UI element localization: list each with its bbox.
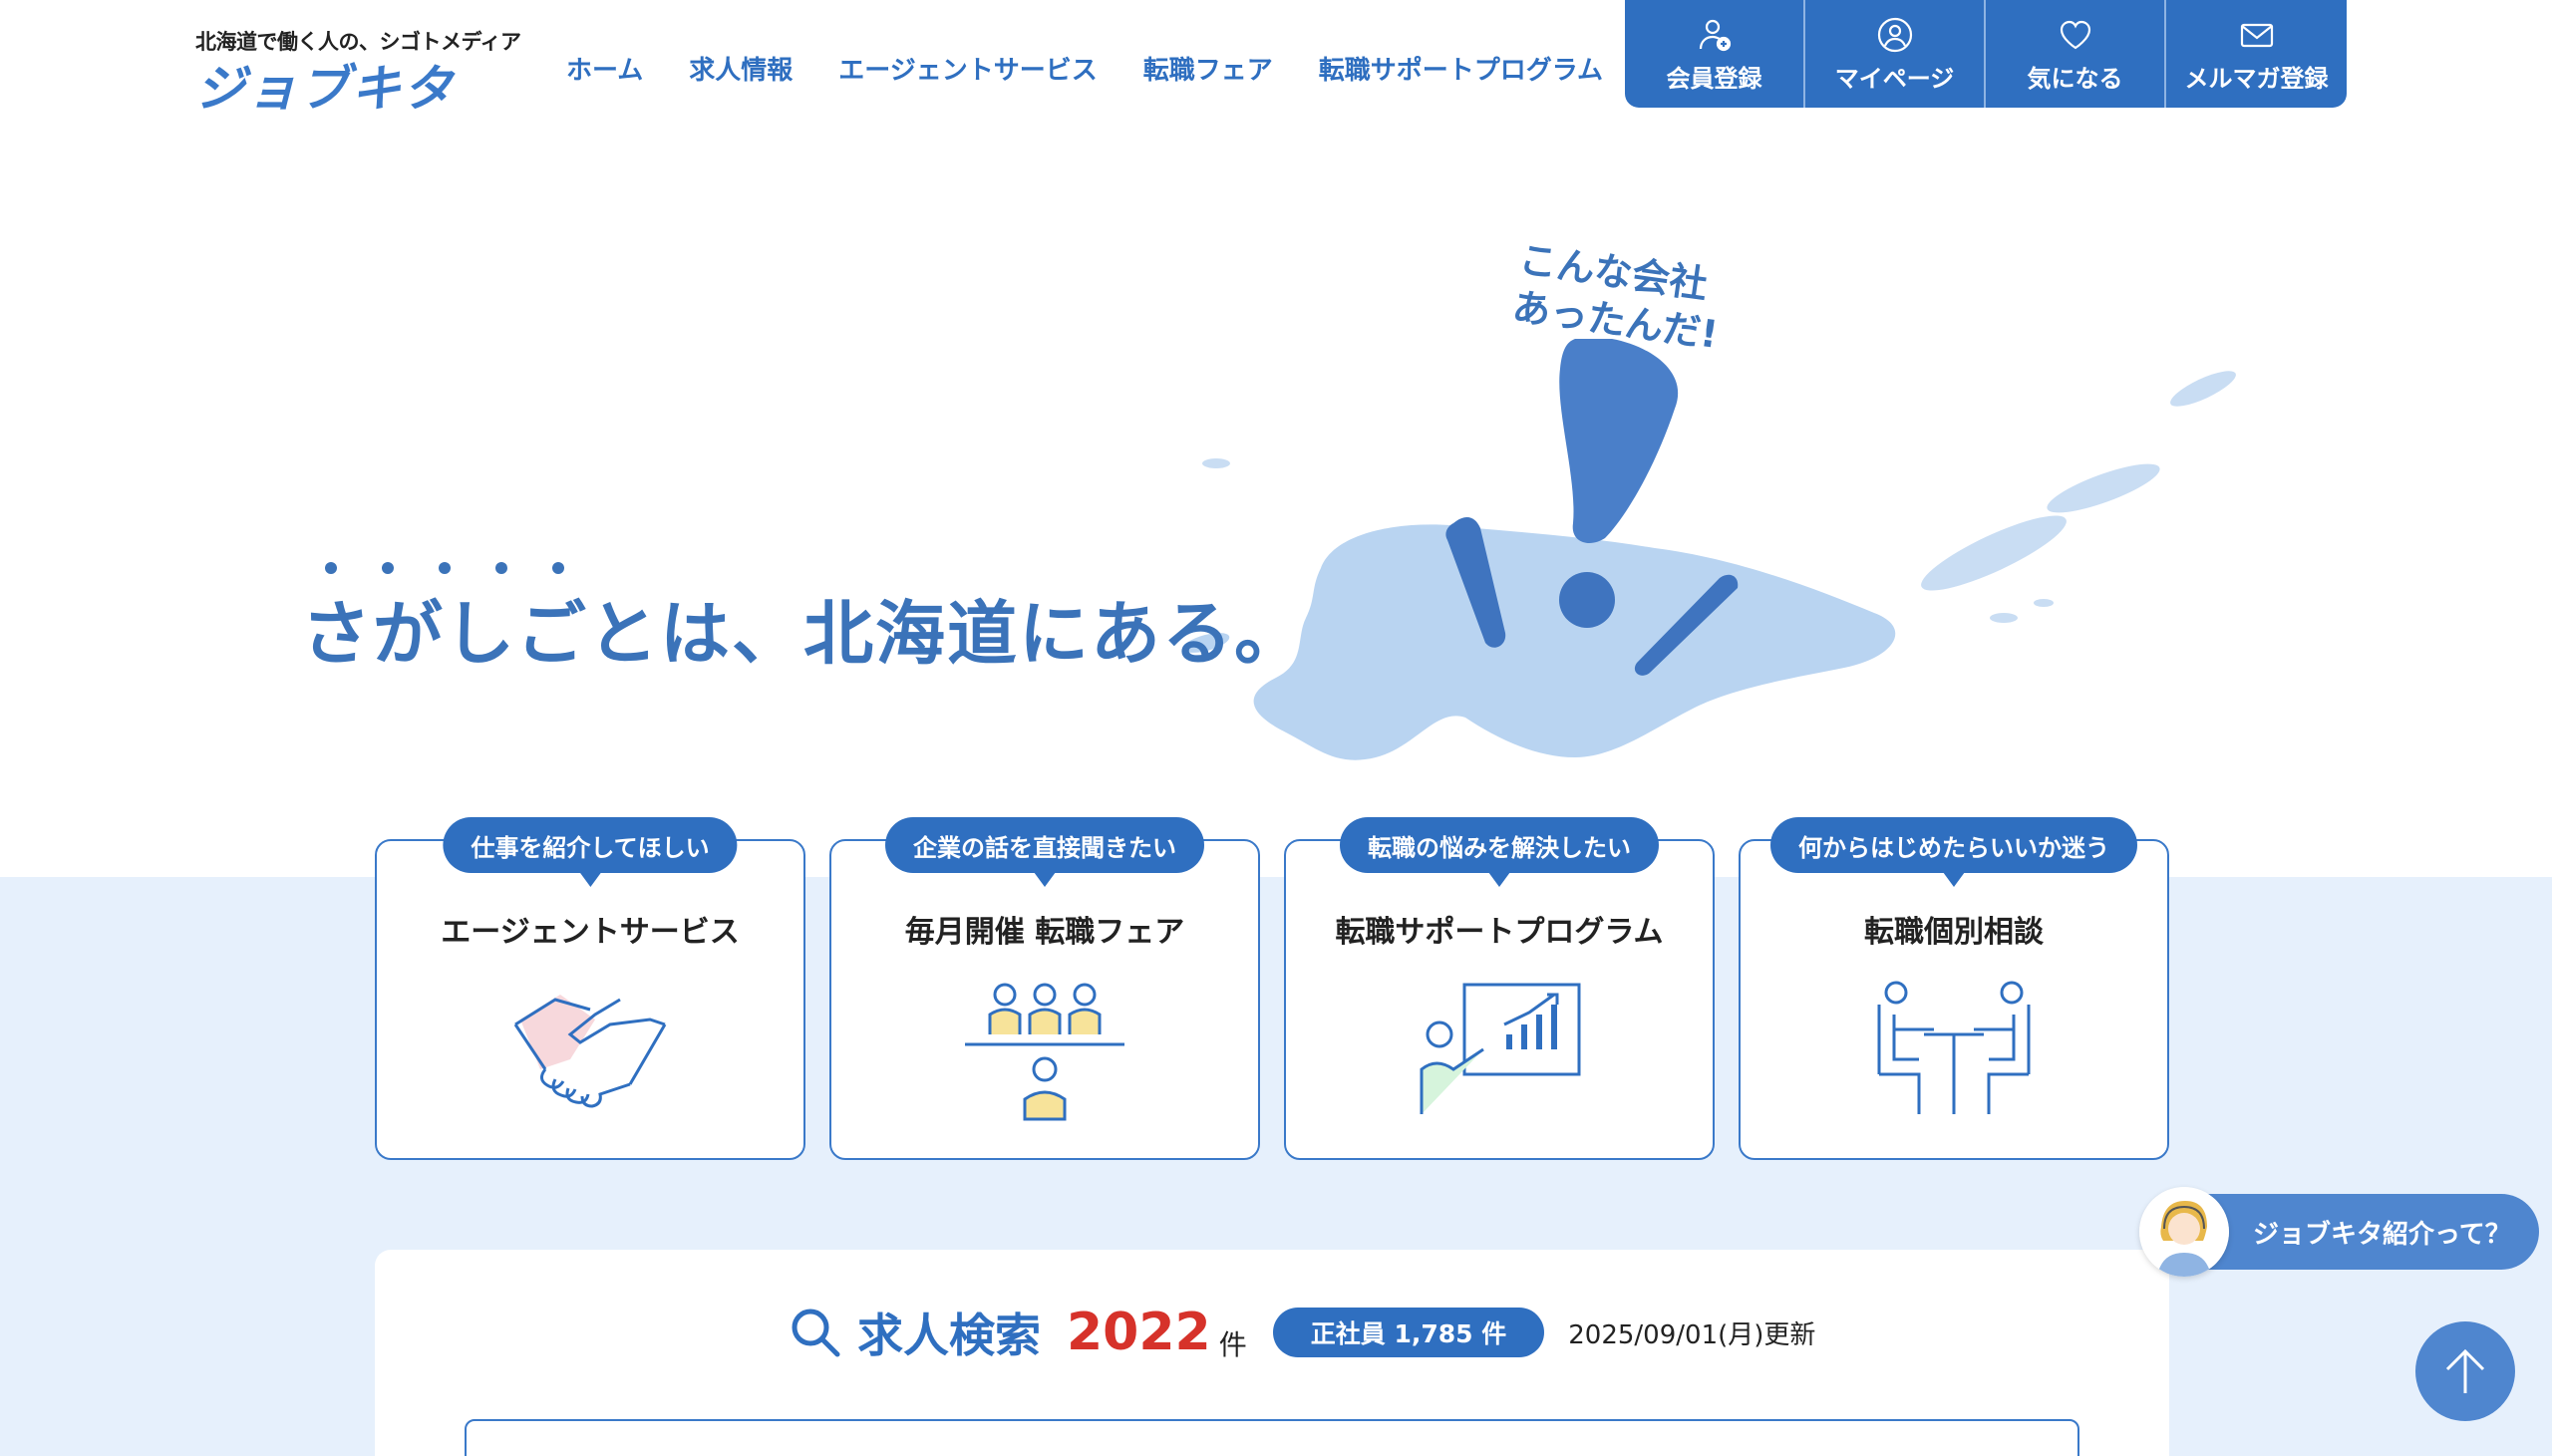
card-badge: 何からはじめたらいいか迷う	[1770, 817, 2137, 873]
arrow-up-icon	[2445, 1348, 2485, 1393]
card-badge: 企業の話を直接聞きたい	[885, 817, 1204, 873]
job-count-unit: 件	[1218, 1328, 1247, 1361]
keyword-search-field[interactable]	[465, 1419, 2079, 1456]
search-header: 求人検索 2022 件 正社員 1,785 件 2025/09/01(月)更新	[790, 1298, 1815, 1367]
card-consultation[interactable]: 何からはじめたらいいか迷う 転職個別相談	[1739, 817, 2169, 1160]
favorites-label: 気になる	[2027, 64, 2123, 93]
register-button[interactable]: 会員登録	[1625, 0, 1805, 108]
newsletter-button[interactable]: メルマガ登録	[2166, 0, 2347, 108]
operator-avatar-icon	[2139, 1187, 2229, 1277]
logo-tagline: 北海道で働く人の、シゴトメディア	[195, 30, 521, 54]
favorites-button[interactable]: 気になる	[1986, 0, 2166, 108]
regular-employee-badge[interactable]: 正社員 1,785 件	[1272, 1308, 1545, 1357]
search-icon	[792, 1309, 840, 1357]
user-circle-icon	[1877, 17, 1912, 52]
back-to-top-button[interactable]	[2415, 1321, 2515, 1421]
mail-icon	[2240, 23, 2273, 47]
seminar-icon	[965, 983, 1124, 1121]
nav-jobs[interactable]: 求人情報	[689, 50, 793, 87]
mypage-label: マイページ	[1834, 64, 1955, 93]
card-badge: 仕事を紹介してほしい	[443, 817, 738, 873]
heart-icon	[2060, 20, 2090, 49]
service-cards: 仕事を紹介してほしい エージェントサービス 企業の話を直接聞きたい 毎月開催 転…	[375, 817, 2169, 1160]
job-search-panel: 求人検索 2022 件 正社員 1,785 件 2025/09/01(月)更新	[375, 1250, 2169, 1456]
presentation-icon	[1420, 983, 1581, 1114]
site-header: 北海道で働く人の、シゴトメディア ジョブキタ ホーム 求人情報 エージェントサー…	[0, 0, 2552, 114]
handshake-icon	[513, 995, 667, 1108]
nav-agent-service[interactable]: エージェントサービス	[838, 50, 1097, 87]
updated-date: 2025/09/01(月)更新	[1568, 1319, 1816, 1350]
newsletter-label: メルマガ登録	[2184, 64, 2329, 93]
utility-nav: 会員登録 マイページ 気になる メルマガ登録	[1625, 0, 2347, 108]
card-badge: 転職の悩みを解決したい	[1340, 817, 1659, 873]
nav-home[interactable]: ホーム	[566, 50, 643, 87]
hero-section: こんな会社 あったんだ! さがしごとは、北海道にある。	[0, 110, 2552, 877]
card-support-program[interactable]: 転職の悩みを解決したい 転職サポートプログラム	[1284, 817, 1715, 1160]
hokkaido-exclamation-illustration	[1182, 339, 2236, 760]
intro-label: ジョブキタ紹介って？	[2207, 1194, 2539, 1270]
search-title: 求人検索	[857, 1309, 1041, 1362]
nav-support-program[interactable]: 転職サポートプログラム	[1319, 50, 1603, 87]
register-label: 会員登録	[1666, 64, 1762, 93]
logo-wordmark: ジョブキタ	[195, 60, 455, 118]
job-count: 2022	[1067, 1303, 1211, 1362]
site-logo[interactable]: 北海道で働く人の、シゴトメディア ジョブキタ	[195, 26, 521, 118]
emphasis-dots	[325, 562, 564, 574]
card-title: 転職個別相談	[1864, 915, 2044, 950]
card-agent-service[interactable]: 仕事を紹介してほしい エージェントサービス	[375, 817, 805, 1160]
jobkita-intro-button[interactable]: ジョブキタ紹介って？	[2139, 1187, 2539, 1277]
user-plus-icon	[1699, 19, 1731, 51]
card-title: 転職サポートプログラム	[1335, 915, 1664, 950]
card-job-fair[interactable]: 企業の話を直接聞きたい 毎月開催 転職フェア	[829, 817, 1260, 1160]
mypage-button[interactable]: マイページ	[1805, 0, 1986, 108]
card-title: エージェントサービス	[441, 915, 740, 950]
consultation-icon	[1877, 981, 2031, 1114]
nav-job-fair[interactable]: 転職フェア	[1143, 50, 1273, 87]
global-nav: ホーム 求人情報 エージェントサービス 転職フェア 転職サポートプログラム	[566, 50, 1603, 87]
card-title: 毎月開催 転職フェア	[904, 915, 1185, 950]
hero-catchcopy: さがしごとは、北海道にある。	[301, 593, 1306, 675]
